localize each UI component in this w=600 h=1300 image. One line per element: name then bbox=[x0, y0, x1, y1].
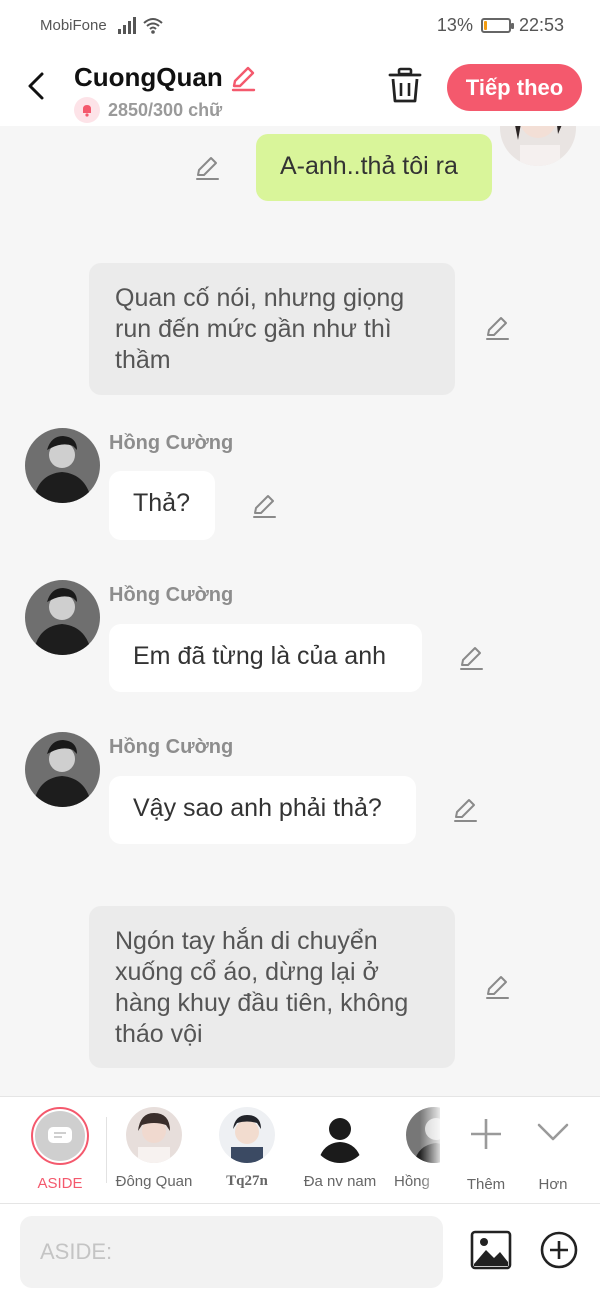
sender-avatar[interactable] bbox=[25, 580, 100, 655]
edit-message-icon[interactable] bbox=[451, 796, 479, 824]
character-label: Đa nv nam bbox=[303, 1173, 377, 1190]
add-character-button[interactable]: Thêm bbox=[444, 1107, 528, 1193]
edit-title-pencil-icon[interactable] bbox=[229, 64, 257, 92]
character-avatar bbox=[126, 1107, 182, 1163]
add-circle-icon[interactable] bbox=[539, 1230, 579, 1270]
character-selector: ASIDE Đông Quan Tq27n Đa nv nam Hồng Thê… bbox=[0, 1096, 600, 1204]
aside-chat-icon bbox=[48, 1127, 72, 1143]
narration-bubble[interactable]: Ngón tay hắn di chuyển xuống cổ áo, dừng… bbox=[89, 906, 455, 1068]
plus-icon bbox=[471, 1119, 501, 1149]
chevron-down-icon bbox=[537, 1123, 569, 1141]
character-label: Tq27n bbox=[226, 1173, 268, 1189]
received-message-bubble[interactable]: Thả? bbox=[109, 471, 215, 540]
trash-icon[interactable] bbox=[386, 66, 424, 106]
clock: 22:53 bbox=[518, 15, 564, 35]
received-message-bubble[interactable]: Vậy sao anh phải thả? bbox=[109, 776, 416, 844]
next-button[interactable]: Tiếp theo bbox=[447, 64, 582, 111]
bell-icon bbox=[74, 97, 100, 123]
self-avatar[interactable] bbox=[500, 126, 576, 166]
story-title: CuongQuan bbox=[74, 62, 223, 92]
aside-avatar bbox=[31, 1107, 89, 1165]
input-bar bbox=[0, 1204, 600, 1300]
received-message-bubble[interactable]: Em đã từng là của anh bbox=[109, 624, 422, 692]
character-avatar bbox=[312, 1107, 368, 1163]
character-da-nv-nam[interactable]: Đa nv nam bbox=[295, 1107, 385, 1190]
self-message-bubble[interactable]: A-anh..thả tôi ra bbox=[256, 134, 492, 201]
character-tq27n[interactable]: Tq27n bbox=[202, 1107, 292, 1190]
character-aside[interactable]: ASIDE bbox=[15, 1107, 105, 1192]
sender-avatar[interactable] bbox=[25, 732, 100, 807]
battery-fill bbox=[483, 21, 487, 30]
edit-message-icon[interactable] bbox=[250, 492, 278, 520]
less-label: Hơn bbox=[538, 1176, 568, 1193]
signal-wifi-icon bbox=[118, 17, 163, 34]
character-dong-quan[interactable]: Đông Quan bbox=[109, 1107, 199, 1190]
narration-bubble[interactable]: Quan cố nói, nhưng giọng run đến mức gần… bbox=[89, 263, 455, 395]
more-label: Thêm bbox=[466, 1176, 506, 1193]
collapse-button[interactable]: Hơn bbox=[518, 1107, 588, 1193]
status-right: 13% 22:53 bbox=[437, 15, 564, 36]
edit-message-icon[interactable] bbox=[193, 154, 221, 182]
carrier-name: MobiFone bbox=[40, 17, 107, 34]
back-arrow-icon[interactable] bbox=[22, 68, 54, 104]
edit-message-icon[interactable] bbox=[457, 644, 485, 672]
sender-name: Hồng Cường bbox=[109, 432, 234, 454]
sender-avatar[interactable] bbox=[25, 428, 100, 503]
chat-area[interactable]: A-anh..thả tôi ra Quan cố nói, nhưng giọ… bbox=[0, 126, 600, 1096]
character-label: Đông Quan bbox=[115, 1173, 193, 1190]
divider bbox=[106, 1117, 107, 1183]
top-bar: CuongQuan 2850/300 chữ Tiếp theo bbox=[0, 52, 600, 126]
character-avatar bbox=[219, 1107, 275, 1163]
character-label: ASIDE bbox=[37, 1175, 83, 1192]
title-block: CuongQuan 2850/300 chữ bbox=[74, 62, 257, 123]
edit-message-icon[interactable] bbox=[483, 314, 511, 342]
word-count: 2850/300 chữ bbox=[108, 99, 223, 120]
scroll-fade bbox=[420, 1097, 444, 1203]
message-input[interactable] bbox=[20, 1216, 443, 1288]
battery-percent: 13% bbox=[436, 15, 473, 35]
edit-message-icon[interactable] bbox=[483, 973, 511, 1001]
sender-name: Hồng Cường bbox=[109, 736, 234, 758]
sender-name: Hồng Cường bbox=[109, 584, 234, 606]
status-bar: MobiFone 13% 22:53 bbox=[0, 0, 600, 52]
image-icon[interactable] bbox=[470, 1230, 512, 1270]
battery-icon bbox=[480, 18, 514, 33]
